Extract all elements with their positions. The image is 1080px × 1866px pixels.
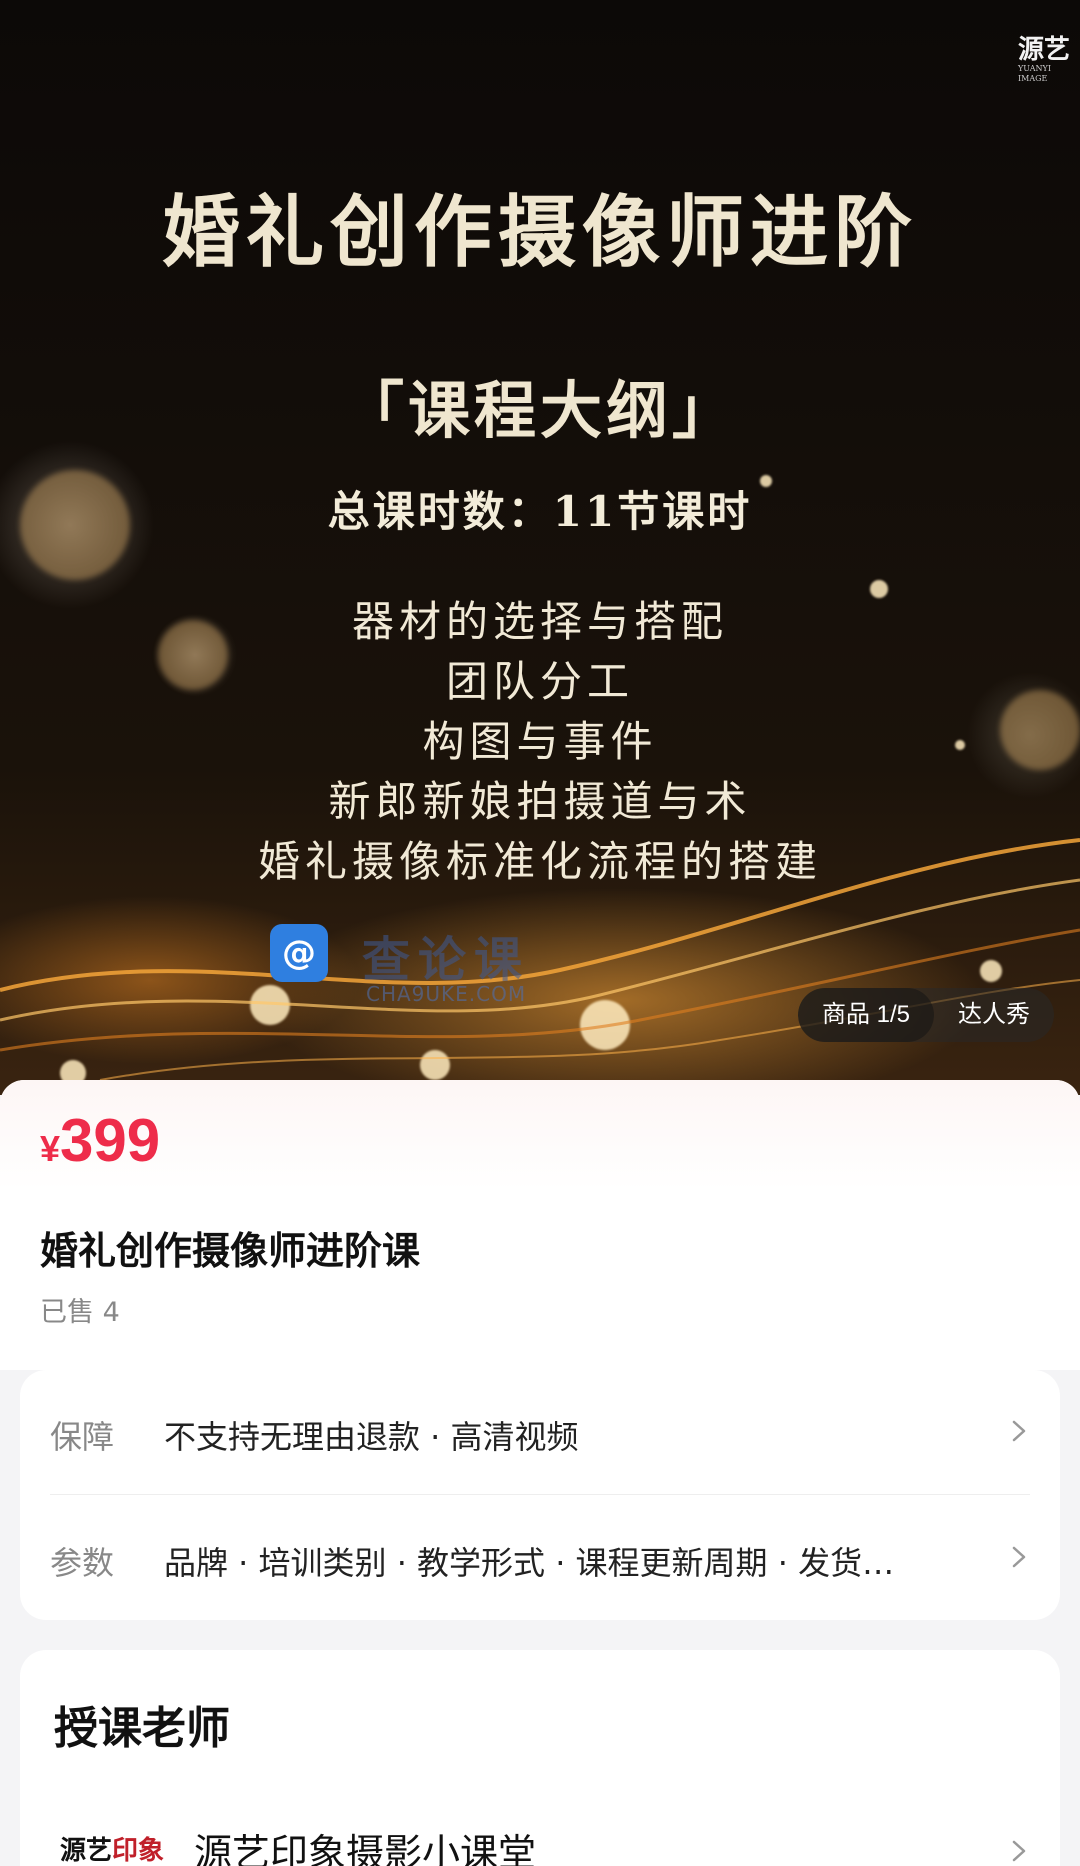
outline-item: 婚礼摄像标准化流程的搭建 [257, 837, 822, 886]
product-price: ¥399 [40, 1106, 160, 1175]
site-watermark: @ 查论课 CHA9UKE.COM [270, 920, 570, 1010]
price-value: 399 [60, 1107, 161, 1174]
price-bar [0, 1080, 1080, 1190]
watermark-url: CHA9UKE.COM [366, 982, 527, 1006]
hero-subtitle: 「课程大纲」 [341, 374, 738, 447]
course-outline-list: 器材的选择与搭配 团队分工 构图与事件 新郎新娘拍摄道与术 婚礼摄像标准化流程的… [0, 592, 1080, 892]
outline-item: 新郎新娘拍摄道与术 [328, 777, 752, 826]
product-title: 婚礼创作摄像师进阶课 [40, 1229, 421, 1273]
product-image-carousel[interactable]: 源艺 YUANYI IMAGE 婚礼创作摄像师进阶 「课程大纲」 总课时数：11… [0, 0, 1080, 1095]
outline-item: 构图与事件 [422, 717, 658, 766]
product-info-card: 保障 不支持无理由退款 · 高清视频 参数 品牌 · 培训类别 · 教学形式 ·… [20, 1370, 1060, 1620]
params-row[interactable]: 参数 品牌 · 培训类别 · 教学形式 · 课程更新周期 · 发货… [20, 1496, 1060, 1620]
teacher-card: 授课老师 源艺印象 源艺印象摄影小课堂 [20, 1650, 1060, 1866]
chevron-right-icon [1012, 1546, 1026, 1568]
price-currency: ¥ [40, 1128, 61, 1169]
hero-total-hours: 总课时数：11节课时 [327, 487, 753, 536]
params-label: 参数 [50, 1544, 115, 1582]
chevron-right-icon[interactable] [1008, 1836, 1030, 1866]
params-value: 品牌 · 培训类别 · 教学形式 · 课程更新周期 · 发货… [164, 1544, 895, 1582]
watermark-text: 查论课 [362, 932, 531, 988]
divider [50, 1494, 1030, 1495]
teacher-logo-text: 源艺 [60, 1836, 113, 1866]
teacher-section-heading: 授课老师 [54, 1703, 230, 1754]
tab-talent-show[interactable]: 达人秀 [934, 988, 1054, 1042]
outline-item: 团队分工 [445, 657, 634, 706]
outline-item: 器材的选择与搭配 [351, 597, 728, 646]
media-tabs: 商品 1/5 达人秀 [797, 988, 1054, 1042]
guarantee-label: 保障 [50, 1418, 115, 1456]
teacher-name[interactable]: 源艺印象摄影小课堂 [194, 1822, 536, 1866]
product-summary: ¥399 婚礼创作摄像师进阶课 已售 4 [0, 1080, 1080, 1370]
sold-count: 已售 4 [40, 1297, 120, 1328]
guarantee-row[interactable]: 保障 不支持无理由退款 · 高清视频 [20, 1370, 1060, 1495]
brand-logo: 源艺 YUANYI IMAGE [1018, 35, 1071, 83]
hero-title: 婚礼创作摄像师进阶 [161, 187, 918, 278]
teacher-logo-accent: 印象 [112, 1836, 165, 1866]
watermark-logo-icon: @ [270, 924, 328, 982]
chevron-right-icon [1012, 1420, 1026, 1442]
tab-product-images[interactable]: 商品 1/5 [797, 988, 934, 1042]
teacher-avatar-logo: 源艺印象 [60, 1830, 172, 1866]
guarantee-value: 不支持无理由退款 · 高清视频 [164, 1418, 579, 1456]
